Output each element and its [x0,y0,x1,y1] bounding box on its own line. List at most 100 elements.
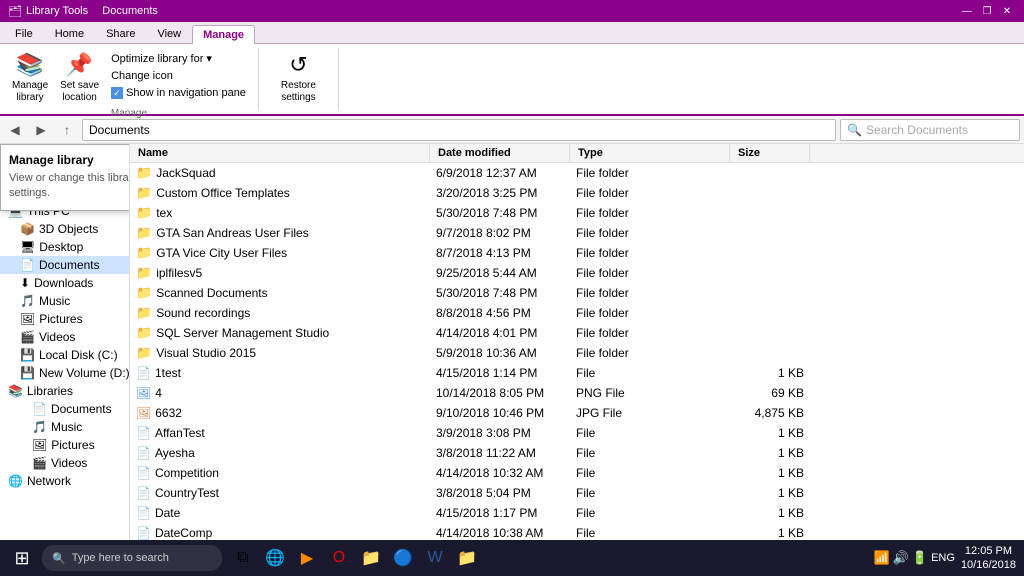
file-date: 4/15/2018 1:14 PM [430,366,570,380]
col-name-header[interactable]: Name [130,144,430,162]
ribbon-tabs: File Home Share View Manage [0,22,1024,44]
sidebar-item-lib-music[interactable]: 🎵 Music [0,418,129,436]
chrome-icon[interactable]: 🔵 [388,542,418,574]
set-save-button[interactable]: 📌 Set savelocation [56,50,103,106]
table-row[interactable]: 📄 AffanTest 3/9/2018 3:08 PM File 1 KB [130,423,1024,443]
table-row[interactable]: 📁 Sound recordings 8/8/2018 4:56 PM File… [130,303,1024,323]
tab-file[interactable]: File [4,24,44,43]
taskbar-search[interactable]: 🔍 Type here to search [42,545,222,571]
sidebar-item-lib-pictures[interactable]: 🖼 Pictures [0,436,129,454]
search-icon: 🔍 [847,123,862,137]
sidebar-item-label: Pictures [39,312,82,326]
wifi-icon[interactable]: 📶 [874,550,890,566]
taskbar-clock[interactable]: 12:05 PM 10/16/2018 [961,544,1016,573]
table-row[interactable]: 📄 Ayesha 3/8/2018 11:22 AM File 1 KB [130,443,1024,463]
file-type-icon: 📄 [136,486,151,500]
sidebar-item-network[interactable]: 🌐 Network [0,472,129,490]
start-button[interactable]: ⊞ [4,542,40,574]
ribbon-group-label-manage: Manage [111,108,147,119]
nav-up-button[interactable]: ↑ [56,119,78,141]
optimize-library-button[interactable]: Optimize library for ▾ [107,50,250,67]
folder-icon[interactable]: 📁 [356,542,386,574]
table-row[interactable]: 📁 Custom Office Templates 3/20/2018 3:25… [130,183,1024,203]
sidebar-item-3dobjects[interactable]: 📦 3D Objects [0,220,129,238]
table-row[interactable]: 📁 GTA San Andreas User Files 9/7/2018 8:… [130,223,1024,243]
file-size: 1 KB [730,526,810,540]
vlc-icon[interactable]: ▶ [292,542,322,574]
restore-settings-button[interactable]: ↺ Restoresettings [276,50,320,106]
restore-button[interactable]: ❐ [978,4,996,18]
col-size-header[interactable]: Size [730,144,810,162]
table-row[interactable]: 📁 iplfilesv5 9/25/2018 5:44 AM File fold… [130,263,1024,283]
file-size: 1 KB [730,466,810,480]
file-name: 📄 AffanTest [130,426,430,440]
table-row[interactable]: 📁 Scanned Documents 5/30/2018 7:48 PM Fi… [130,283,1024,303]
word-icon[interactable]: W [420,542,450,574]
tab-view[interactable]: View [146,24,192,43]
sidebar-item-pictures[interactable]: 🖼 Pictures [0,310,129,328]
table-row[interactable]: 📁 Visual Studio 2015 5/9/2018 10:36 AM F… [130,343,1024,363]
nav-back-button[interactable]: ◀ [4,119,26,141]
sidebar-item-newvolume[interactable]: 💾 New Volume (D:) [0,364,129,382]
change-icon-button[interactable]: Change icon [107,68,250,84]
tab-share[interactable]: Share [95,24,146,43]
sidebar-item-downloads[interactable]: ⬇ Downloads [0,274,129,292]
ribbon-small-group: Optimize library for ▾ Change icon ✓ Sho… [107,50,250,101]
sidebar-item-videos[interactable]: 🎬 Videos [0,328,129,346]
sidebar-item-desktop[interactable]: 🖥 Desktop [0,238,129,256]
explorer-icon[interactable]: 📁 [452,542,482,574]
table-row[interactable]: 📁 tex 5/30/2018 7:48 PM File folder [130,203,1024,223]
file-date: 5/30/2018 7:48 PM [430,206,570,220]
file-name: 📄 Competition [130,466,430,480]
sidebar-item-label: Desktop [39,240,83,254]
sidebar-item-music[interactable]: 🎵 Music [0,292,129,310]
sidebar-item-lib-videos[interactable]: 🎬 Videos [0,454,129,472]
taskview-icon[interactable]: ⧉ [228,542,258,574]
file-type: File folder [570,346,730,360]
taskbar: ⊞ 🔍 Type here to search ⧉ 🌐 ▶ O 📁 🔵 W 📁 … [0,540,1024,576]
manage-library-button[interactable]: 📚 Managelibrary [8,50,52,106]
sidebar-item-documents[interactable]: 📄 Documents [0,256,129,274]
file-type-icon: 🖼 [136,406,151,420]
sidebar-item-localdisk[interactable]: 💾 Local Disk (C:) [0,346,129,364]
speaker-icon[interactable]: 🔊 [893,550,909,566]
sidebar-item-label: Videos [51,456,87,470]
sidebar-item-label: 3D Objects [39,222,98,236]
table-row[interactable]: 📁 SQL Server Management Studio 4/14/2018… [130,323,1024,343]
battery-icon[interactable]: 🔋 [912,550,928,566]
file-size: 1 KB [730,366,810,380]
table-row[interactable]: 📁 GTA Vice City User Files 8/7/2018 4:13… [130,243,1024,263]
file-size: 69 KB [730,386,810,400]
table-row[interactable]: 📄 Competition 4/14/2018 10:32 AM File 1 … [130,463,1024,483]
tab-home[interactable]: Home [44,24,95,43]
nav-forward-button[interactable]: ▶ [30,119,52,141]
edge-icon[interactable]: 🌐 [260,542,290,574]
sidebar-item-libraries[interactable]: 📚 Libraries [0,382,129,400]
sidebar-item-lib-documents[interactable]: 📄 Documents [0,400,129,418]
table-row[interactable]: 📄 1test 4/15/2018 1:14 PM File 1 KB [130,363,1024,383]
col-date-header[interactable]: Date modified [430,144,570,162]
show-nav-button[interactable]: ✓ Show in navigation pane [107,85,250,101]
manage-popup: Manage library View or change this libra… [0,144,130,211]
table-row[interactable]: 📄 Date 4/15/2018 1:17 PM File 1 KB [130,503,1024,523]
file-date: 5/30/2018 7:48 PM [430,286,570,300]
file-type-icon: 📁 [136,285,152,301]
opera-icon[interactable]: O [324,542,354,574]
search-box[interactable]: 🔍 Search Documents [840,119,1020,141]
close-button[interactable]: ✕ [998,4,1016,18]
table-row[interactable]: 🖼 4 10/14/2018 8:05 PM PNG File 69 KB [130,383,1024,403]
tab-manage[interactable]: Manage [192,25,255,44]
address-box[interactable]: Documents [82,119,836,141]
col-type-header[interactable]: Type [570,144,730,162]
file-type-icon: 📄 [136,366,151,380]
file-date: 4/14/2018 10:38 AM [430,526,570,540]
minimize-button[interactable]: — [958,4,976,18]
manage-library-label: Managelibrary [12,80,48,104]
file-type: File [570,426,730,440]
table-row[interactable]: 📁 JackSquad 6/9/2018 12:37 AM File folde… [130,163,1024,183]
table-row[interactable]: 📄 CountryTest 3/8/2018 5:04 PM File 1 KB [130,483,1024,503]
file-date: 6/9/2018 12:37 AM [430,166,570,180]
file-date: 3/8/2018 5:04 PM [430,486,570,500]
table-row[interactable]: 🖼 6632 9/10/2018 10:46 PM JPG File 4,875… [130,403,1024,423]
file-type-icon: 📁 [136,265,152,281]
